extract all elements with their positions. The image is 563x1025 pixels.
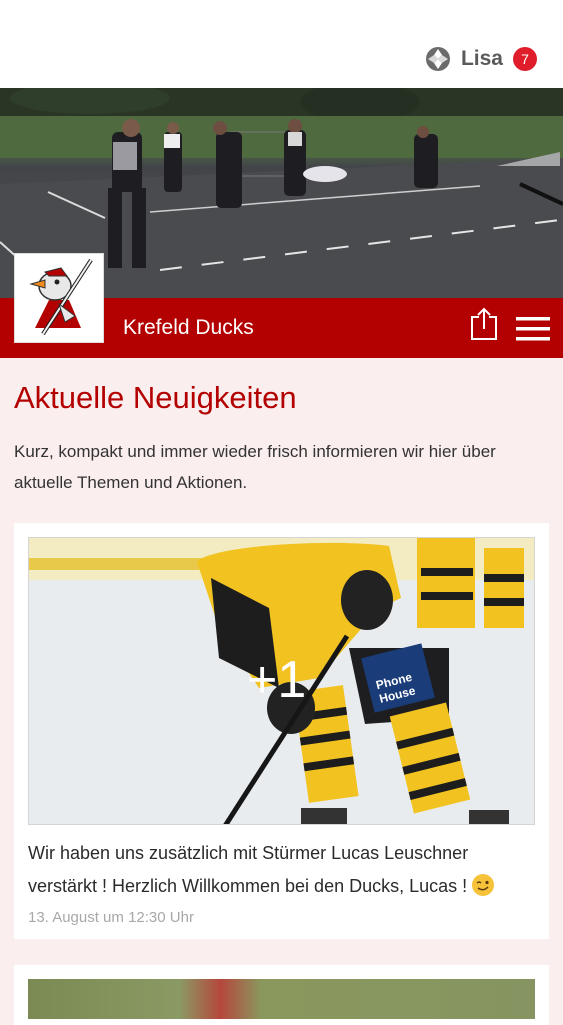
club-name: Krefeld Ducks [123, 316, 254, 339]
news-section-title: Aktuelle Neuigkeiten [14, 380, 297, 415]
hamburger-menu-icon[interactable] [516, 316, 550, 342]
news-card-text-content: Wir haben uns zusätzlich mit Stürmer Luc… [28, 843, 473, 896]
news-card-image[interactable]: Phone House +1 [28, 537, 535, 825]
user-menu[interactable]: Lisa 7 [425, 44, 537, 74]
top-bar: Lisa 7 [0, 0, 563, 89]
image-count-overlay: +1 [247, 651, 307, 709]
user-name[interactable]: Lisa [461, 47, 503, 71]
app-logo-icon [425, 47, 450, 71]
news-section-description: Kurz, kompakt und immer wieder frisch in… [14, 442, 496, 492]
news-card-text: Wir haben uns zusätzlich mit Stürmer Luc… [28, 837, 538, 903]
winking-face-emoji-icon [472, 874, 495, 896]
club-logo [14, 253, 104, 343]
share-icon[interactable] [470, 307, 498, 341]
news-card-date: 13. August um 12:30 Uhr [28, 909, 194, 926]
news-card[interactable] [14, 965, 549, 1025]
news-card[interactable]: Phone House +1 Wir haben uns zusätzlich … [14, 523, 549, 939]
news-card-image[interactable] [28, 979, 535, 1019]
notification-badge[interactable]: 7 [513, 47, 537, 71]
